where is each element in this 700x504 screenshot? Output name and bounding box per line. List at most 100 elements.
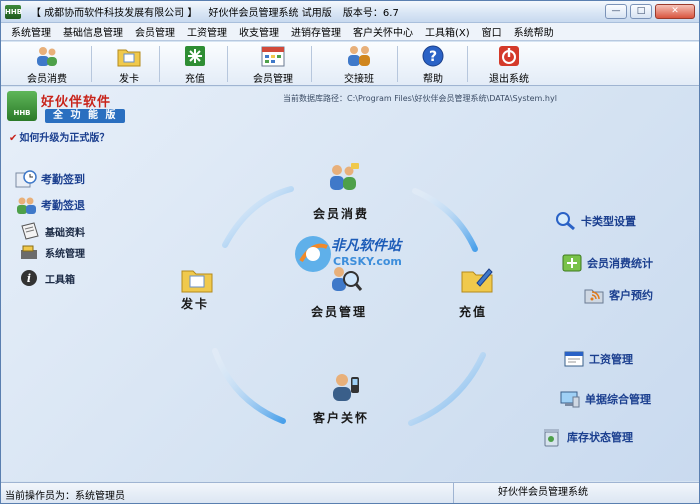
phone-user-icon (333, 374, 359, 401)
brand-title: 好伙伴软件 (41, 95, 112, 110)
search-icon (556, 212, 575, 231)
window-icon (564, 351, 584, 367)
tool-label: 会员管理 (253, 74, 293, 85)
system-manage-link[interactable]: 系统管理 (19, 242, 85, 262)
attendance-out-link[interactable]: 考勤签退 (15, 195, 85, 215)
upgrade-label: 如何升级为正式版？ (19, 133, 110, 144)
hub-recharge[interactable]: 充值 (459, 303, 487, 320)
watermark-title: 非凡软件站 (331, 238, 401, 254)
menu-salary[interactable]: 工资管理 (181, 24, 233, 39)
salary-label: 工资管理 (589, 353, 633, 366)
menu-system[interactable]: 系统管理 (5, 24, 57, 39)
appointment-label: 客户预约 (609, 289, 653, 302)
menu-help[interactable]: 系统帮助 (508, 24, 560, 39)
document-icon (21, 222, 39, 240)
tools-icon (21, 245, 37, 259)
hub-member-consume[interactable]: 会员消费 (313, 205, 369, 222)
base-data-link[interactable]: 基础资料 (19, 221, 85, 241)
documents-link[interactable]: 单据综合管理 (559, 389, 651, 409)
card-type-link[interactable]: 卡类型设置 (555, 211, 636, 231)
maximize-button[interactable]: □ (630, 4, 652, 19)
svg-text:?: ? (429, 49, 437, 65)
attendance-in-link[interactable]: 考勤签到 (15, 169, 85, 189)
title-bar[interactable]: HHB 【 成都协而软件科技发展有限公司 】 好伙伴会员管理系统 试用版 版本号… (1, 1, 699, 23)
toolbar: 会员消费 发卡 充值 会员管理 交接班 ? 帮助 退出系统 (1, 42, 699, 86)
magnifier-user-icon (332, 267, 363, 291)
inventory-label: 库存状态管理 (567, 431, 633, 444)
attendance-out-label: 考勤签退 (41, 199, 85, 212)
status-operator: 当前操作员为：系统管理员 (5, 491, 125, 502)
hub-issue-card[interactable]: 发卡 (181, 295, 209, 312)
hub-member-manage[interactable]: 会员管理 (311, 303, 367, 320)
trash-icon (544, 429, 559, 447)
title-version: 版本号：6.7 (342, 8, 399, 19)
title-product: 好伙伴会员管理系统 试用版 (208, 8, 332, 19)
card-type-label: 卡类型设置 (581, 215, 636, 228)
salary-link[interactable]: 工资管理 (563, 349, 633, 369)
tool-label: 会员消费 (27, 74, 67, 85)
shift-handover-tool-button[interactable]: 交接班 (327, 44, 391, 85)
people-icon (17, 197, 36, 214)
issue-card-tool-button[interactable]: 发卡 (97, 44, 161, 85)
toolbox-link[interactable]: i 工具箱 (19, 268, 75, 288)
documents-label: 单据综合管理 (585, 393, 651, 406)
app-icon: HHB (5, 4, 22, 19)
inventory-link[interactable]: 库存状态管理 (541, 427, 633, 447)
consume-stats-link[interactable]: 会员消费统计 (561, 253, 653, 273)
appointment-link[interactable]: 客户预约 (583, 285, 653, 305)
menu-window[interactable]: 窗口 (476, 24, 508, 39)
tool-label: 退出系统 (489, 74, 529, 85)
upgrade-link[interactable]: ✔ 如何升级为正式版？ (9, 129, 109, 144)
system-manage-label: 系统管理 (45, 248, 85, 260)
menu-customer-care[interactable]: 客户关怀中心 (347, 24, 419, 39)
title-company: 【 成都协而软件科技发展有限公司 】 (31, 8, 198, 19)
tool-label: 交接班 (344, 74, 374, 85)
brand-subtitle: 全 功 能 版 (45, 109, 126, 123)
tool-label: 充值 (185, 74, 205, 85)
toolbox-label: 工具箱 (45, 274, 75, 286)
svg-text:i: i (27, 272, 31, 285)
folder-icon (181, 270, 213, 293)
help-icon: ? (422, 45, 444, 67)
base-data-label: 基础资料 (45, 227, 85, 239)
sparkle-icon (185, 46, 205, 66)
tool-label: 发卡 (119, 74, 139, 85)
close-button[interactable]: ✕ (655, 4, 695, 19)
member-consume-tool-button[interactable]: 会员消费 (15, 44, 79, 85)
menu-inventory[interactable]: 进销存管理 (285, 24, 347, 39)
menu-toolbox[interactable]: 工具箱(X) (419, 24, 476, 39)
menu-member[interactable]: 会员管理 (129, 24, 181, 39)
attendance-in-label: 考勤签到 (41, 173, 85, 186)
menu-bar: 系统管理 基础信息管理 会员管理 工资管理 收支管理 进销存管理 客户关怀中心 … (1, 23, 699, 41)
consume-stats-label: 会员消费统计 (587, 257, 653, 270)
help-tool-button[interactable]: ? 帮助 (401, 44, 465, 85)
member-manage-tool-button[interactable]: 会员管理 (241, 44, 305, 85)
status-product: 好伙伴会员管理系统 (453, 483, 699, 503)
app-window: HHB 【 成都协而软件科技发展有限公司 】 好伙伴会员管理系统 试用版 版本号… (0, 0, 700, 504)
brand-logo: HHB (7, 91, 37, 121)
calendar-icon (261, 46, 285, 67)
database-path: 当前数据库路径：C:\Program Files\好伙伴会员管理系统\DATA\… (283, 94, 557, 103)
handover-icon (348, 46, 370, 66)
menu-base-info[interactable]: 基础信息管理 (57, 24, 129, 39)
power-icon (499, 46, 519, 66)
computer-icon (560, 391, 580, 408)
people-icon (37, 47, 57, 66)
menu-finance[interactable]: 收支管理 (233, 24, 285, 39)
exit-tool-button[interactable]: 退出系统 (477, 44, 541, 85)
folder-icon (117, 49, 141, 67)
main-panel: HHB 好伙伴软件 全 功 能 版 ✔ 如何升级为正式版？ 当前数据库路径：C:\… (1, 87, 699, 481)
chart-icon (562, 254, 582, 272)
hub-customer-care[interactable]: 客户关怀 (313, 409, 369, 426)
check-icon: ✔ (9, 133, 18, 144)
member-consume-icon (330, 163, 359, 190)
rss-folder-icon (584, 289, 604, 304)
recharge-tool-button[interactable]: 充值 (163, 44, 227, 85)
tool-label: 帮助 (423, 74, 443, 85)
folder-pen-icon (461, 268, 493, 293)
info-icon: i (21, 270, 37, 286)
clock-icon (15, 170, 37, 188)
minimize-button[interactable]: — (605, 4, 627, 19)
status-bar: 当前操作员为：系统管理员 好伙伴会员管理系统 (1, 482, 699, 503)
window-title: 【 成都协而软件科技发展有限公司 】 好伙伴会员管理系统 试用版 版本号：6.7 (31, 4, 407, 19)
